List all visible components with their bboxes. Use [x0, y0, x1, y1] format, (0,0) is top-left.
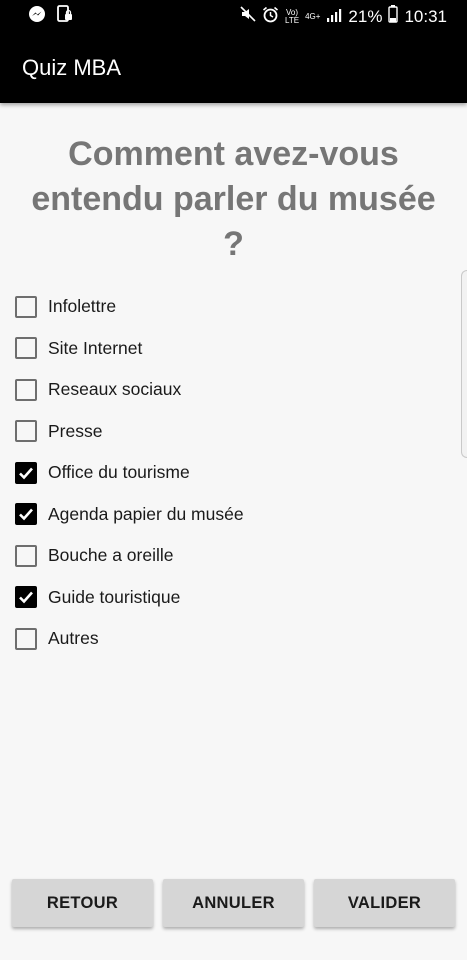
option-label: Office du tourisme [48, 462, 190, 483]
volte-bottom-label: LTE [285, 15, 300, 25]
checkbox[interactable] [15, 461, 37, 484]
submit-button[interactable]: VALIDER [314, 879, 455, 927]
question-title: Comment avez-vous entendu parler du musé… [31, 135, 436, 263]
signal-icon [326, 7, 342, 27]
cancel-button[interactable]: ANNULER [163, 879, 304, 927]
option-reseaux-sociaux[interactable]: Reseaux sociaux [15, 369, 435, 411]
checkbox[interactable] [15, 503, 37, 526]
status-bar: Vo) LTE 4G+ 21% 10:31 [0, 0, 467, 33]
option-autres[interactable]: Autres [15, 618, 435, 660]
battery-percent: 21% [348, 6, 383, 26]
checkbox[interactable] [15, 627, 37, 650]
option-label: Infolettre [48, 296, 117, 317]
checkbox[interactable] [15, 378, 37, 401]
option-label: Autres [48, 628, 99, 649]
checkbox[interactable] [15, 544, 37, 567]
option-presse[interactable]: Presse [15, 411, 435, 453]
option-bouche-a-oreille[interactable]: Bouche a oreille [15, 535, 435, 577]
volte-icon: Vo) LTE [285, 8, 300, 25]
checkmark-icon [19, 591, 33, 604]
option-guide-touristique[interactable]: Guide touristique [15, 577, 435, 619]
options-list: Infolettre Site Internet Reseaux sociaux… [15, 286, 435, 660]
clock: 10:31 [404, 6, 447, 26]
option-label: Site Internet [48, 337, 143, 358]
checkbox[interactable] [15, 420, 37, 443]
checkbox[interactable] [15, 337, 37, 360]
option-infolettre[interactable]: Infolettre [15, 286, 435, 328]
alarm-icon [262, 6, 279, 28]
option-label: Presse [48, 420, 103, 441]
checkbox[interactable] [15, 586, 37, 609]
checkmark-icon [19, 467, 33, 480]
option-site-internet[interactable]: Site Internet [15, 328, 435, 370]
messenger-icon [28, 5, 46, 28]
option-label: Reseaux sociaux [48, 379, 182, 400]
option-agenda-papier[interactable]: Agenda papier du musée [15, 494, 435, 536]
device-lock-icon [56, 5, 74, 28]
edge-panel-handle[interactable] [461, 270, 467, 458]
option-office-du-tourisme[interactable]: Office du tourisme [15, 452, 435, 494]
network-type-label: 4G+ [305, 11, 321, 21]
battery-icon [388, 5, 399, 28]
option-label: Guide touristique [48, 586, 181, 607]
checkbox[interactable] [15, 295, 37, 318]
mute-icon [240, 6, 256, 27]
option-label: Bouche a oreille [48, 545, 174, 566]
checkmark-icon [19, 508, 33, 521]
app-bar: Quiz MBA [0, 33, 467, 103]
app-title: Quiz MBA [22, 55, 122, 80]
back-button[interactable]: RETOUR [12, 879, 153, 927]
option-label: Agenda papier du musée [48, 503, 244, 524]
